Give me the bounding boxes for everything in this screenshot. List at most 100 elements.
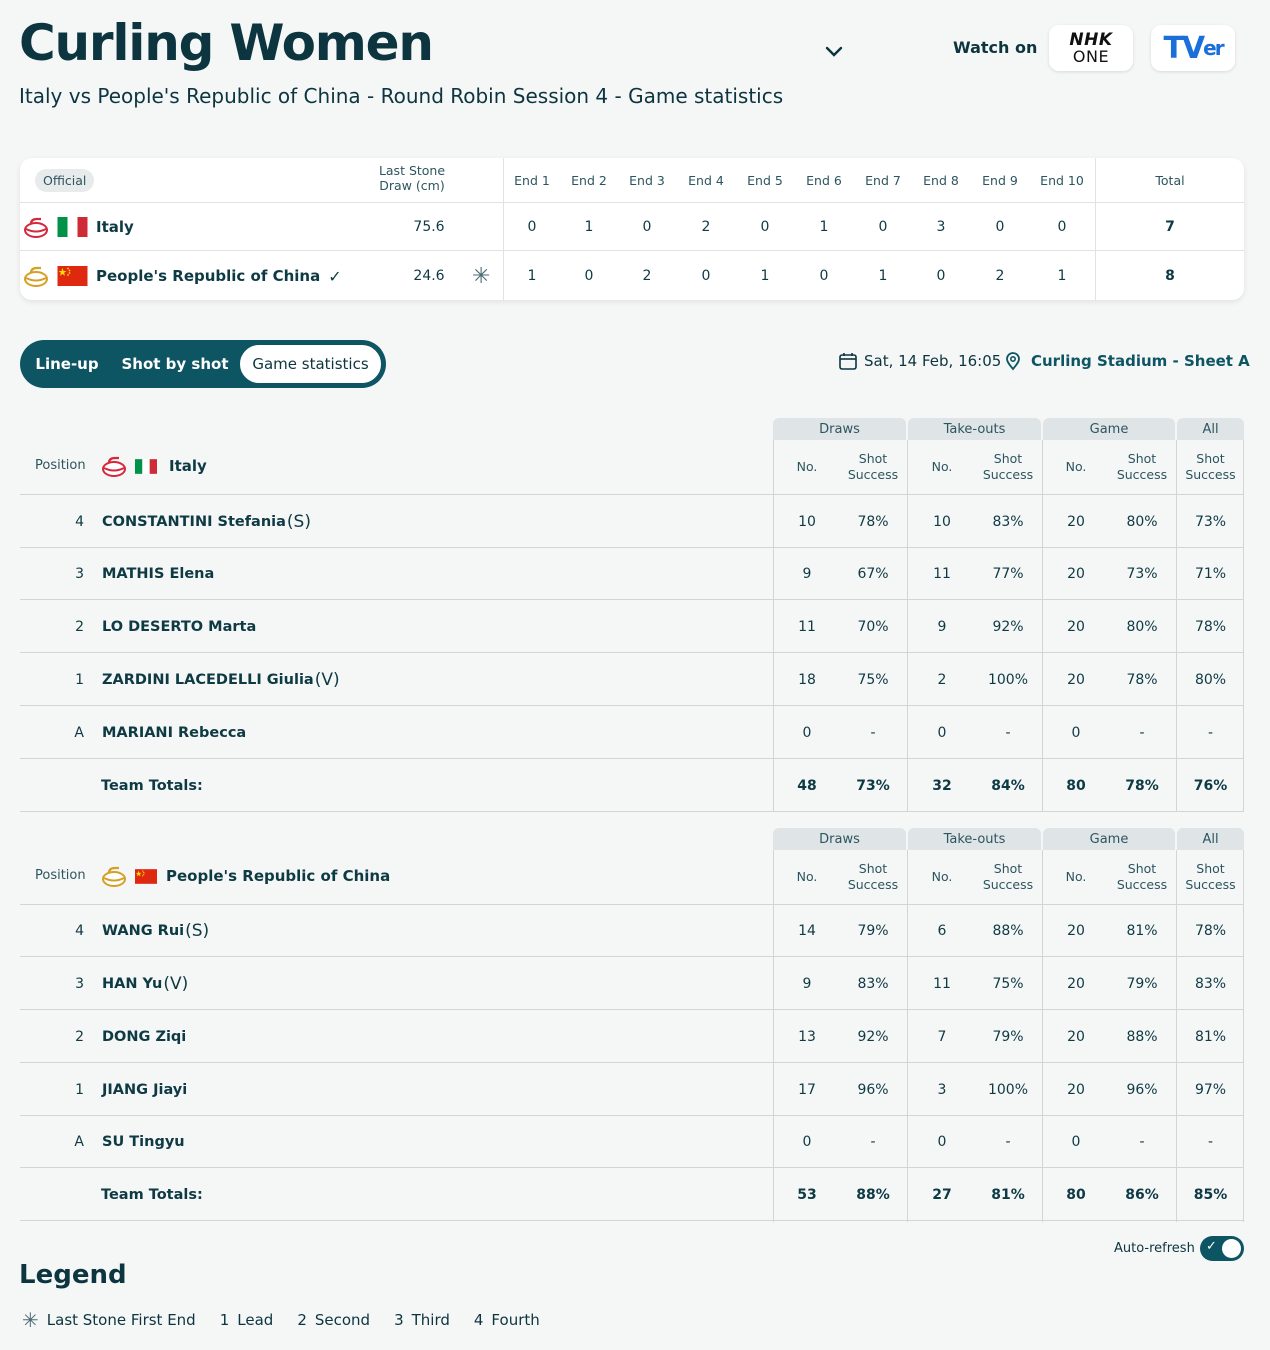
player-position: A	[74, 1133, 84, 1150]
draws-no: 14	[798, 922, 816, 939]
takeouts-success: 75%	[992, 975, 1024, 992]
player-name[interactable]: WANG Rui (S)	[102, 904, 209, 957]
takeouts-success: 81%	[991, 1186, 1025, 1203]
takeouts-no: 7	[937, 1028, 947, 1045]
end-score: 1	[878, 268, 888, 284]
takeouts-no: 0	[937, 724, 947, 741]
watch-on-label: Watch on	[953, 38, 1038, 57]
all-success: 80%	[1194, 671, 1227, 688]
total-score: 7	[1165, 218, 1175, 235]
winner-check-icon: ✓	[328, 266, 342, 286]
end-score: 0	[760, 218, 770, 235]
group-header-all: All	[1177, 418, 1244, 440]
player-name[interactable]: LO DESERTO Marta	[102, 600, 257, 653]
takeouts-no: 10	[933, 513, 951, 530]
chevron-down-icon[interactable]	[823, 40, 845, 62]
takeouts-success: 77%	[992, 565, 1024, 582]
draws-success: 92%	[857, 1028, 889, 1045]
col-header-shot-success: Shot Success	[1177, 850, 1244, 904]
col-header-no: No.	[931, 459, 953, 474]
group-header-game: Game	[1043, 418, 1175, 440]
end-score: 1	[760, 268, 770, 284]
draws-no: 10	[798, 513, 816, 530]
takeouts-no: 0	[937, 1133, 947, 1150]
nhk-one-logo[interactable]: NHK ONE	[1049, 25, 1133, 71]
end-score: 0	[642, 218, 652, 235]
divider	[20, 1220, 1244, 1221]
game-success: 78%	[1125, 777, 1159, 794]
legend-item: 2 Second	[297, 1311, 370, 1329]
curling-stone-icon	[102, 456, 126, 477]
player-name[interactable]: DONG Ziqi	[102, 1010, 187, 1063]
player-name[interactable]: JIANG Jiayi	[102, 1063, 188, 1116]
game-success: 88%	[1126, 1028, 1158, 1045]
all-success: 97%	[1194, 1081, 1227, 1098]
nhk-logo-text: NHK	[1069, 29, 1113, 50]
all-success: -	[1207, 724, 1214, 741]
match-date: Sat, 14 Feb, 16:05	[838, 351, 1001, 371]
takeouts-success: 79%	[992, 1028, 1024, 1045]
col-header-success: Success	[982, 467, 1034, 482]
end-score: 0	[995, 218, 1005, 235]
end-score: 0	[1057, 218, 1067, 235]
takeouts-no: 3	[937, 1081, 947, 1098]
legend-item: 1 Lead	[220, 1311, 274, 1329]
player-name[interactable]: MARIANI Rebecca	[102, 706, 247, 759]
italy-flag-icon	[57, 217, 88, 237]
legend-label: Fourth	[491, 1311, 540, 1329]
game-no: 80	[1066, 1186, 1086, 1203]
takeouts-no: 2	[937, 671, 947, 688]
col-header-success: Success	[1185, 877, 1236, 892]
game-no: 20	[1067, 975, 1085, 992]
draws-no: 13	[798, 1028, 816, 1045]
end-score: 1	[584, 218, 594, 235]
tver-logo[interactable]: TV er	[1151, 25, 1235, 71]
player-name[interactable]: CONSTANTINI Stefania (S)	[102, 495, 311, 548]
end-header: End 1	[514, 172, 550, 188]
game-success: 79%	[1126, 975, 1158, 992]
tab-shot-by-shot[interactable]: Shot by shot	[120, 344, 230, 384]
legend: ✳ Last Stone First End 1 Lead 2 Second 3 Thi…	[22, 1308, 564, 1332]
col-header-success: Success	[847, 467, 899, 482]
col-header-no: No.	[1065, 459, 1087, 474]
draws-success: -	[870, 724, 876, 741]
team-name: People's Republic of China ✓	[96, 252, 342, 300]
player-name[interactable]: ZARDINI LACEDELLI Giulia (V)	[102, 653, 340, 706]
draws-success: 83%	[857, 975, 889, 992]
col-header-no: No.	[796, 459, 818, 474]
draws-no: 11	[798, 618, 816, 635]
player-name[interactable]: HAN Yu (V)	[102, 957, 188, 1010]
draws-no: 17	[798, 1081, 816, 1098]
player-position: 4	[75, 513, 84, 530]
draws-success: 67%	[857, 565, 889, 582]
venue-link[interactable]: Curling Stadium - Sheet A	[1003, 351, 1250, 371]
game-no: 0	[1071, 1133, 1081, 1150]
tab-game-statistics[interactable]: Game statistics	[239, 344, 382, 384]
end-score: 0	[819, 268, 829, 284]
end-score: 2	[995, 268, 1005, 284]
draws-success: 73%	[856, 777, 890, 794]
auto-refresh-toggle[interactable]: ✓	[1200, 1236, 1244, 1261]
draws-no: 0	[802, 724, 812, 741]
player-name[interactable]: SU Tingyu	[102, 1115, 186, 1168]
tver-logo-b: er	[1203, 36, 1224, 60]
player-name-text: MATHIS Elena	[102, 565, 215, 582]
team-totals-label: Team Totals:	[101, 1186, 203, 1203]
tab-line-up[interactable]: Line-up	[28, 344, 106, 384]
end-score: 0	[527, 218, 537, 235]
takeouts-success: 84%	[991, 777, 1025, 794]
curling-stone-icon	[102, 866, 126, 887]
player-name[interactable]: MATHIS Elena	[102, 547, 215, 600]
end-score: 2	[642, 268, 652, 284]
lsd-value: 24.6	[413, 268, 445, 284]
group-header-game: Game	[1043, 828, 1175, 850]
game-success: 86%	[1125, 1186, 1159, 1203]
end-score: 1	[1057, 268, 1067, 284]
all-success: 71%	[1194, 565, 1227, 582]
china-stats-table: Draws Take-outs Game All Position People…	[20, 828, 1244, 1222]
team-totals-label: Team Totals:	[101, 777, 203, 794]
game-success: 81%	[1126, 922, 1158, 939]
draws-no: 9	[802, 565, 812, 582]
player-role: (V)	[314, 669, 340, 690]
table-row: 1 JIANG Jiayi 17 96% 3 100% 20 96% 97%	[20, 1063, 1244, 1116]
